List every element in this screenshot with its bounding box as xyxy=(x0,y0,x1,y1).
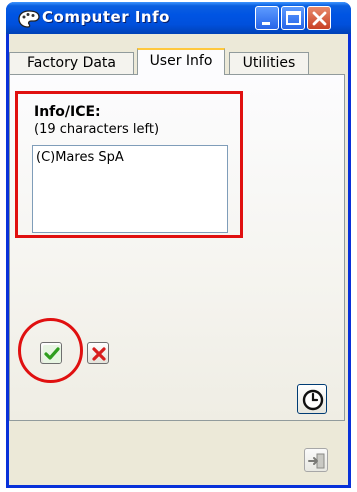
highlight-rectangle xyxy=(15,91,243,238)
minimize-button[interactable] xyxy=(255,6,279,30)
tab-factory-data[interactable]: Factory Data xyxy=(9,52,134,74)
clock-button[interactable] xyxy=(297,384,327,414)
confirm-button[interactable] xyxy=(40,342,62,364)
maximize-icon xyxy=(286,11,301,25)
clock-icon xyxy=(302,389,324,411)
window-title: Computer Info xyxy=(42,8,170,26)
title-bar[interactable]: Computer Info xyxy=(6,2,351,34)
exit-icon xyxy=(308,453,325,469)
close-button[interactable] xyxy=(307,6,331,30)
tab-utilities[interactable]: Utilities xyxy=(229,52,309,74)
cancel-button[interactable] xyxy=(87,342,109,364)
tab-strip: Factory Data User Info Utilities xyxy=(9,48,348,75)
close-icon xyxy=(312,11,327,26)
maximize-button[interactable] xyxy=(281,6,305,30)
minimize-icon xyxy=(262,22,270,25)
computer-info-window: Computer Info Factory Data User Info Uti… xyxy=(6,2,351,488)
checkmark-icon xyxy=(43,345,61,363)
exit-button[interactable] xyxy=(304,448,328,472)
palette-icon xyxy=(18,9,40,28)
tab-user-info[interactable]: User Info xyxy=(137,48,225,75)
x-icon xyxy=(92,347,106,361)
